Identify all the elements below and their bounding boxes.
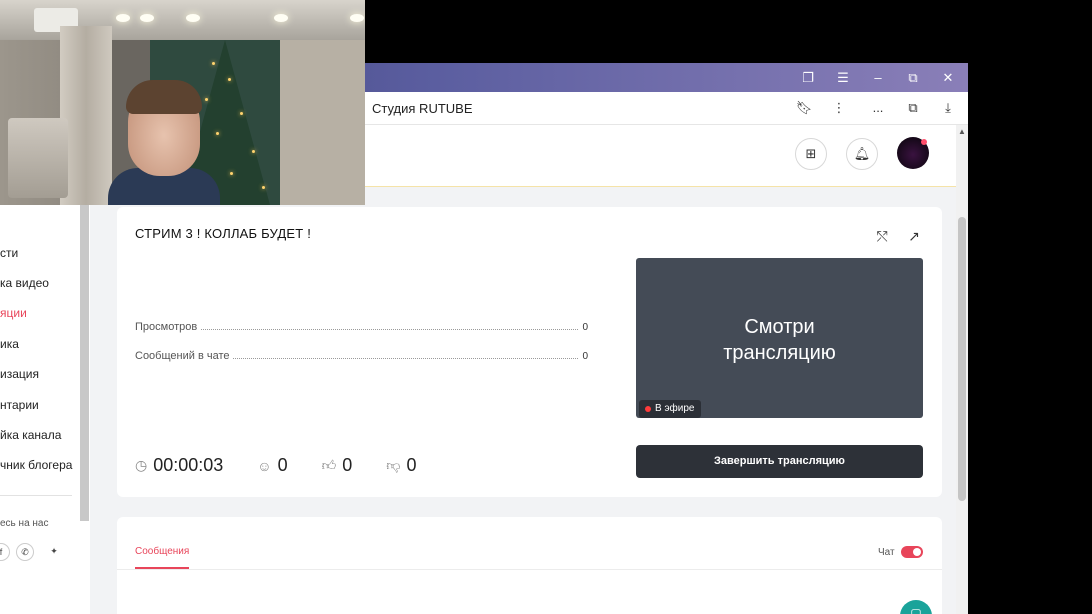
add-icon[interactable]: ⊞ [795,138,827,170]
sidebar-item-7[interactable]: чник блогера [0,458,72,472]
tab-messages[interactable]: Сообщения [135,546,190,569]
sidebar-item-6[interactable]: йка канала [0,428,61,442]
minimize-icon[interactable]: – [868,68,888,88]
tree-light [212,62,215,65]
bell-icon[interactable]: 🔔︎ [846,138,878,170]
close-icon[interactable]: ✕ [938,68,958,88]
webcam-shelf [8,118,68,198]
divider [0,495,72,496]
tree-light [262,186,265,189]
user-icon: ☺ [257,457,272,474]
stream-title: СТРИМ 3 ! КОЛЛАБ БУДЕТ ! [135,226,312,241]
dots [233,358,579,359]
restore-icon[interactable]: ⧉ [903,68,923,88]
chat-toggle[interactable] [901,546,923,558]
sidebar-item-2[interactable]: яции [0,306,27,320]
more-icon[interactable]: ⋮ [830,99,848,117]
ellipsis-icon[interactable]: ... [869,99,887,117]
live-dot-icon [645,406,651,412]
stat-messages: Сообщений в чате 0 [135,350,588,362]
notification-dot [921,139,927,145]
dislikes-metric: 👎︎ 0 [386,455,416,476]
toggle-knob [913,548,921,556]
chat-label: Чат [878,547,895,558]
end-stream-button[interactable]: Завершить трансляцию [636,445,923,478]
preview-text: Смотри трансляцию [636,314,923,366]
sidebar-scrollbar[interactable] [80,205,89,521]
preview-text-line2: трансляцию [723,342,836,364]
clock-icon: ◷ [135,457,148,473]
bookmark-icon[interactable]: 🔖︎ [795,99,813,117]
thumbs-up-icon: 👍︎ [321,457,337,473]
external-link-icon[interactable]: ↗ [905,227,923,245]
tree-light [230,172,233,175]
duration-value: 00:00:03 [153,455,224,475]
page-tab-title[interactable]: Студия RUTUBE [372,101,473,116]
scroll-up-icon[interactable]: ▲ [958,127,966,136]
live-badge-label: В эфире [655,403,695,414]
download-icon[interactable]: ⤓ [939,99,957,117]
sidebar-item-4[interactable]: изация [0,367,39,381]
sidebar: сти ка видео яции ика изация нтарии йка … [0,205,90,614]
sidebar-item-1[interactable]: ка видео [0,276,49,290]
likes-metric: 👍︎ 0 [322,455,353,476]
webcam-light [140,14,154,22]
plus-icon[interactable]: ✦ [45,543,63,561]
sidebar-item-0[interactable]: сти [0,246,18,260]
messages-card: Сообщения Чат [117,517,942,614]
share-icon[interactable]: ⤲ [873,227,891,245]
screen: ❐ ☰ – ⧉ ✕ Студия RUTUBE 🔖︎ ⋮ ... ⧉ ⤓ ⊞ 🔔… [0,0,1092,614]
live-badge: В эфире [639,400,701,418]
preview-text-line1: Смотри [744,316,815,338]
sidebar-item-3[interactable]: ика [0,337,19,351]
tree-light [228,78,231,81]
likes-value: 0 [342,455,353,475]
thumbs-down-icon: 👎︎ [386,457,401,473]
collections-icon[interactable]: ❐ [798,68,818,88]
stat-value: 0 [582,322,588,333]
webcam-light [116,14,130,22]
webcam-light [186,14,200,22]
sidebar-item-5[interactable]: нтарии [0,398,39,412]
tree-light [240,112,243,115]
duration-metric: ◷ 00:00:03 [135,455,223,476]
dislikes-value: 0 [406,455,417,475]
avatar[interactable] [897,137,929,169]
viewers-value: 0 [277,455,288,475]
stat-label: Сообщений в чате [135,350,230,362]
scrollbar[interactable]: ▲ [956,125,968,614]
webcam-overlay [0,0,365,205]
extensions-icon[interactable]: ⧉ [904,99,922,117]
webcam-light [350,14,364,22]
dots [201,329,579,330]
viber-icon[interactable]: ✆ [16,543,34,561]
stat-label: Просмотров [135,321,198,333]
divider [117,569,942,570]
tree-light [216,132,219,135]
follow-label: есь на нас [0,518,49,529]
webcam-light [274,14,288,22]
stream-card: СТРИМ 3 ! КОЛЛАБ БУДЕТ ! ⤲ ↗ Просмотров … [117,207,942,497]
stat-views: Просмотров 0 [135,321,588,333]
stream-preview[interactable]: Смотри трансляцию В эфире [636,258,923,418]
tree-light [205,98,208,101]
menu-icon[interactable]: ☰ [833,68,853,88]
stat-value: 0 [582,351,588,362]
webcam-wall [280,40,365,205]
vk-icon[interactable]: f [0,543,10,561]
metrics-row: ◷ 00:00:03 ☺ 0 👍︎ 0 👎︎ 0 [135,455,451,476]
webcam-person-hair [126,80,202,114]
viewers-metric: ☺ 0 [257,455,287,476]
tree-light [252,150,255,153]
scrollbar-thumb[interactable] [958,217,966,501]
